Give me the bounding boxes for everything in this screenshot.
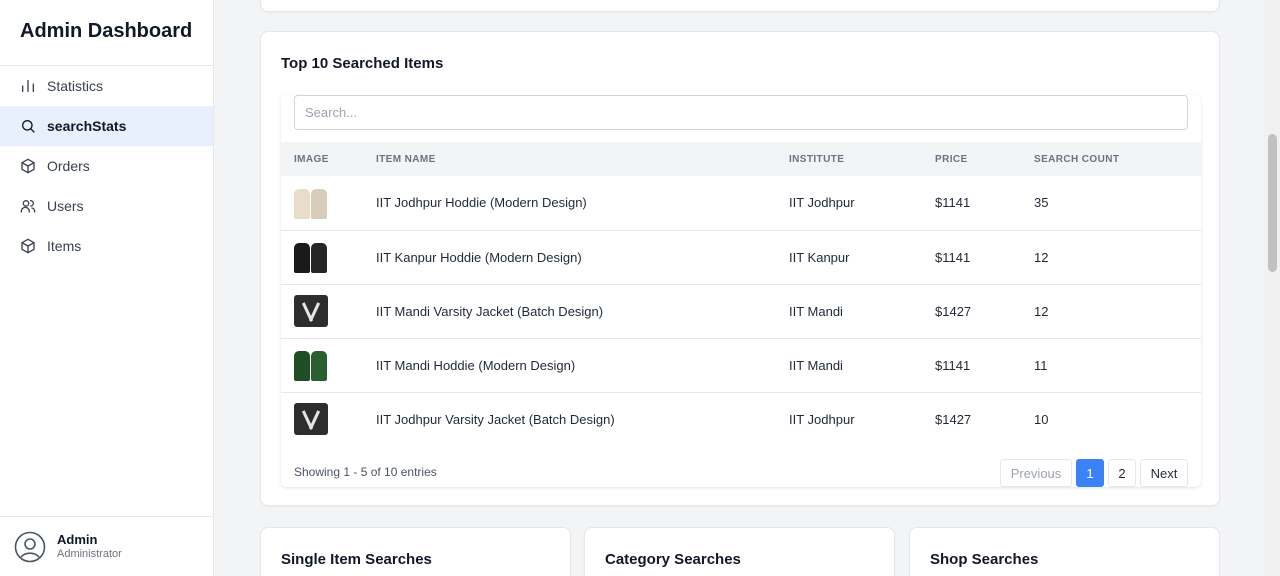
price: $1141 <box>935 195 971 211</box>
scrollbar-thumb[interactable] <box>1268 134 1277 272</box>
sidebar-item-orders[interactable]: Orders <box>0 146 213 186</box>
sidebar-item-items[interactable]: Items <box>0 226 213 266</box>
search-count: 11 <box>1034 357 1048 373</box>
image-cell <box>281 176 376 230</box>
card-title: Category Searches <box>605 551 741 568</box>
image-cell <box>281 338 376 392</box>
card-title: Shop Searches <box>930 551 1039 568</box>
item-name: IIT Jodhpur Hoddie (Modern Design) <box>376 195 587 211</box>
price: $1427 <box>935 411 972 427</box>
card-title: Top 10 Searched Items <box>281 55 444 72</box>
sidebar-item-label: Orders <box>47 158 90 174</box>
column-header-image[interactable]: IMAGE <box>281 142 376 176</box>
category-searches-card: Category Searches <box>584 527 895 576</box>
column-header-price[interactable]: PRICE <box>935 142 1034 176</box>
previous-card <box>260 0 1220 12</box>
package-icon <box>20 158 36 174</box>
image-cell <box>281 392 376 446</box>
table-container: IMAGE ITEM NAME INSTITUTE PRICE SEARCH C… <box>281 95 1201 487</box>
institute: IIT Jodhpur <box>789 411 855 427</box>
entries-info: Showing 1 - 5 of 10 entries <box>294 465 437 479</box>
column-header-institute[interactable]: INSTITUTE <box>789 142 935 176</box>
next-button[interactable]: Next <box>1140 459 1188 487</box>
pagination: Previous 1 2 Next <box>1000 459 1188 487</box>
jacket-thumbnail <box>294 403 328 436</box>
sidebar-item-label: Items <box>47 238 82 254</box>
sidebar-title: Admin Dashboard <box>0 0 213 66</box>
package-icon <box>20 238 36 254</box>
sidebar-item-label: searchStats <box>47 118 127 134</box>
scrollbar[interactable] <box>1264 0 1280 576</box>
column-header-item-name[interactable]: ITEM NAME <box>376 142 789 176</box>
sidebar-item-label: Statistics <box>47 78 104 94</box>
sidebar-item-statistics[interactable]: Statistics <box>0 66 213 106</box>
single-item-searches-card: Single Item Searches <box>260 527 571 576</box>
sidebar-item-users[interactable]: Users <box>0 186 213 226</box>
column-header-search-count[interactable]: SEARCH COUNT <box>1034 142 1201 176</box>
image-cell <box>281 284 376 338</box>
search-input[interactable] <box>294 95 1188 130</box>
table-row[interactable]: IIT Jodhpur Hoddie (Modern Design) IIT J… <box>281 176 1201 230</box>
image-cell <box>281 230 376 284</box>
shop-searches-card: Shop Searches <box>909 527 1220 576</box>
item-name: IIT Jodhpur Varsity Jacket (Batch Design… <box>376 411 615 427</box>
search-count: 12 <box>1034 303 1049 319</box>
previous-button[interactable]: Previous <box>1000 459 1072 487</box>
table-row[interactable]: IIT Kanpur Hoddie (Modern Design) IIT Ka… <box>281 230 1201 284</box>
top-searched-card: Top 10 Searched Items IMAGE ITEM NAME IN… <box>260 31 1220 506</box>
institute: IIT Jodhpur <box>789 195 855 211</box>
item-name: IIT Mandi Varsity Jacket (Batch Design) <box>376 303 604 319</box>
price: $1141 <box>935 249 971 265</box>
table-row[interactable]: IIT Mandi Varsity Jacket (Batch Design) … <box>281 284 1201 338</box>
search-count: 12 <box>1034 249 1049 265</box>
bar-chart-icon <box>20 78 36 94</box>
page-2-button[interactable]: 2 <box>1108 459 1136 487</box>
user-circle-icon <box>14 531 46 563</box>
institute: IIT Mandi <box>789 357 843 373</box>
item-name: IIT Kanpur Hoddie (Modern Design) <box>376 249 582 265</box>
price: $1141 <box>935 357 971 373</box>
user-info: Admin Administrator <box>57 532 122 561</box>
institute: IIT Kanpur <box>789 249 850 265</box>
page-1-button[interactable]: 1 <box>1076 459 1104 487</box>
user-name: Admin <box>57 532 98 547</box>
sidebar-item-searchstats[interactable]: searchStats <box>0 106 213 146</box>
table-row[interactable]: IIT Mandi Hoddie (Modern Design) IIT Man… <box>281 338 1201 392</box>
table-header-row: IMAGE ITEM NAME INSTITUTE PRICE SEARCH C… <box>281 142 1201 176</box>
sidebar-item-label: Users <box>47 198 84 214</box>
search-count: 10 <box>1034 411 1049 427</box>
sidebar: Admin Dashboard Statistics searchStats O… <box>0 0 214 576</box>
sidebar-nav: Statistics searchStats Orders Users Item… <box>0 66 213 266</box>
top-searched-table: IMAGE ITEM NAME INSTITUTE PRICE SEARCH C… <box>281 142 1201 446</box>
users-icon <box>20 198 36 214</box>
search-count: 35 <box>1034 195 1049 211</box>
jacket-thumbnail <box>294 295 328 327</box>
search-icon <box>20 118 36 134</box>
hoodie-thumbnail <box>294 349 328 381</box>
user-role: Administrator <box>57 548 122 560</box>
card-title: Single Item Searches <box>281 551 432 568</box>
user-profile[interactable]: Admin Administrator <box>0 516 213 576</box>
item-name: IIT Mandi Hoddie (Modern Design) <box>376 357 576 373</box>
hoodie-thumbnail <box>294 187 328 219</box>
hoodie-thumbnail <box>294 241 328 273</box>
price: $1427 <box>935 303 972 319</box>
institute: IIT Mandi <box>789 303 843 319</box>
table-row[interactable]: IIT Jodhpur Varsity Jacket (Batch Design… <box>281 392 1201 446</box>
